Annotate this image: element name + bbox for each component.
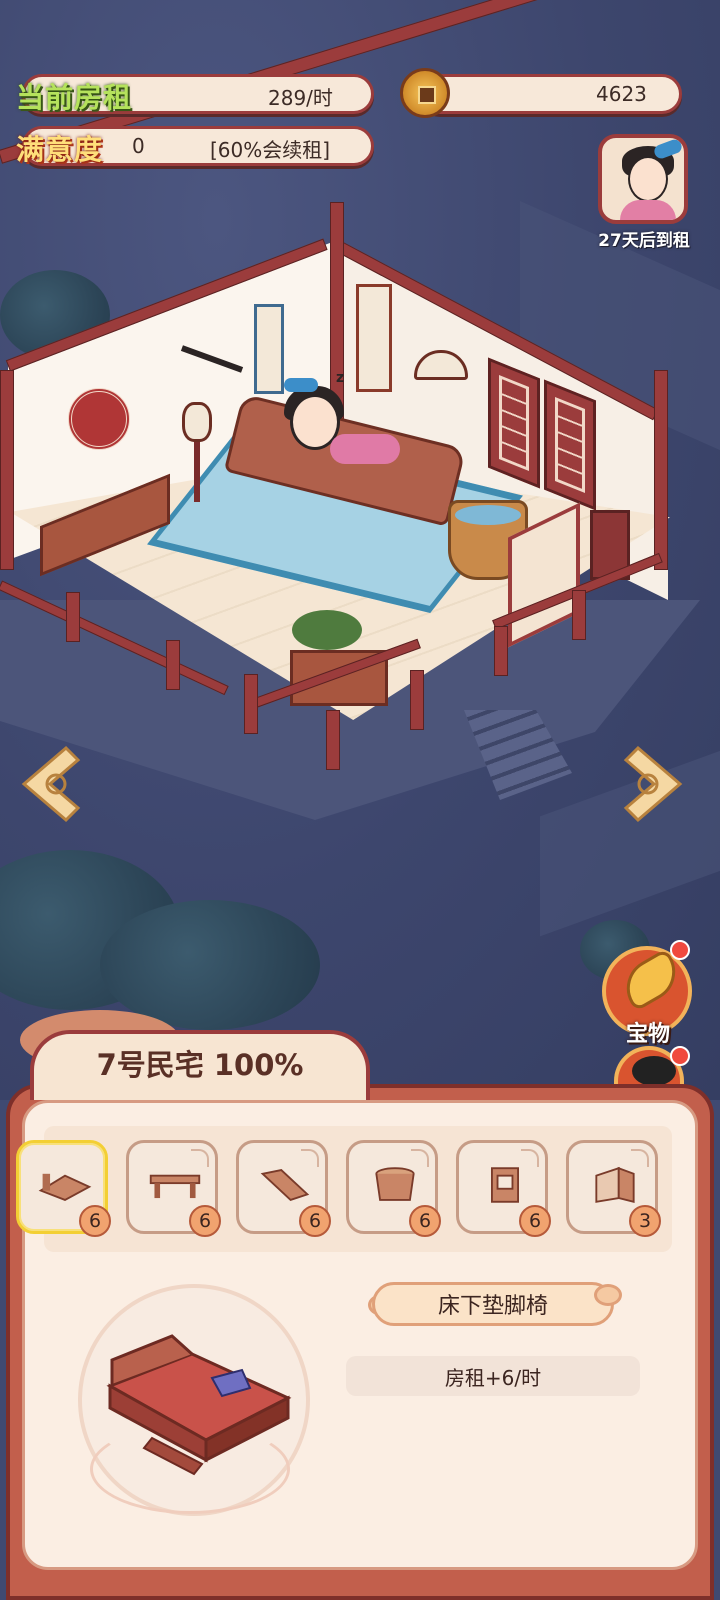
rail-post — [166, 640, 180, 690]
slot-count: 3 — [629, 1205, 661, 1237]
room[interactable]: z — [0, 180, 720, 860]
rail-post — [326, 710, 340, 770]
satisfaction-value: 0 — [132, 134, 145, 158]
slot-count: 6 — [519, 1205, 551, 1237]
treasure-label: 宝物 — [625, 1021, 670, 1047]
screen-icon — [587, 1163, 643, 1207]
item-name-banner: 床下垫脚椅 — [372, 1282, 614, 1326]
right-pillar — [654, 370, 668, 570]
rail-post — [572, 590, 586, 640]
slot-count: 6 — [79, 1205, 111, 1237]
plum-blossom-painting[interactable] — [356, 284, 392, 392]
furniture-slot-bed[interactable]: 6 — [16, 1140, 111, 1237]
tub-icon — [367, 1163, 423, 1207]
avatar-face — [628, 156, 668, 202]
cabinet-icon — [477, 1163, 533, 1207]
house-title: 7号民宅 100% — [96, 1048, 304, 1082]
rail-post — [66, 592, 80, 642]
furniture-slot-tub[interactable]: 6 — [346, 1140, 441, 1237]
hanging-scroll[interactable] — [254, 304, 284, 394]
character-avatar-icon — [632, 1056, 676, 1086]
notification-dot — [670, 940, 690, 960]
coins-value: 4623 — [596, 82, 647, 106]
renewal-note: [60%会续租] — [210, 138, 331, 162]
next-room-arrow[interactable] — [622, 744, 688, 824]
rent-countdown: 27天后到租 — [598, 231, 690, 251]
prev-room-arrow[interactable] — [16, 744, 82, 824]
item-name: 床下垫脚椅 — [437, 1294, 548, 1319]
copper-coin-icon — [400, 68, 450, 118]
slot-count: 6 — [189, 1205, 221, 1237]
banner-swirl-right — [594, 1284, 622, 1306]
tenant-avatar-button[interactable] — [598, 134, 688, 224]
tenant-body — [330, 434, 400, 464]
avatar-body — [620, 200, 676, 220]
lattice-window — [544, 379, 596, 511]
sleep-z-icon: z — [336, 370, 345, 386]
furniture-slot-screen[interactable]: 3 — [566, 1140, 661, 1237]
slot-count: 6 — [409, 1205, 441, 1237]
rent-value: 289/时 — [268, 86, 333, 110]
furniture-slot-cabinet[interactable]: 6 — [456, 1140, 551, 1237]
chevron-right-icon — [623, 745, 683, 823]
tree — [100, 900, 320, 1030]
bonsai-plant[interactable] — [292, 610, 362, 650]
rent-label: 当前房租 — [16, 81, 133, 114]
lantern-stand — [194, 442, 200, 502]
left-pillar — [0, 370, 14, 570]
paper-lantern[interactable] — [182, 402, 212, 442]
chevron-left-icon — [21, 745, 81, 823]
scroll-icon — [257, 1163, 313, 1207]
cloud-ornament — [90, 1424, 290, 1514]
item-effect-box: 房租+6/时 — [346, 1356, 640, 1396]
furniture-slot-table[interactable]: 6 — [126, 1140, 221, 1237]
paper-cut-ornament[interactable] — [68, 388, 130, 450]
satisfaction-label: 满意度 — [16, 133, 104, 166]
rail-post — [494, 626, 508, 676]
notification-dot — [670, 1046, 690, 1066]
furniture-slot-scroll[interactable]: 6 — [236, 1140, 331, 1237]
rail-post — [244, 674, 258, 734]
table-icon — [147, 1163, 203, 1207]
bed-icon — [37, 1163, 93, 1207]
slot-count: 6 — [299, 1205, 331, 1237]
item-effect: 房租+6/时 — [444, 1365, 542, 1390]
hair-ribbon — [284, 378, 318, 392]
lattice-window — [488, 357, 540, 489]
rail-post — [410, 670, 424, 730]
